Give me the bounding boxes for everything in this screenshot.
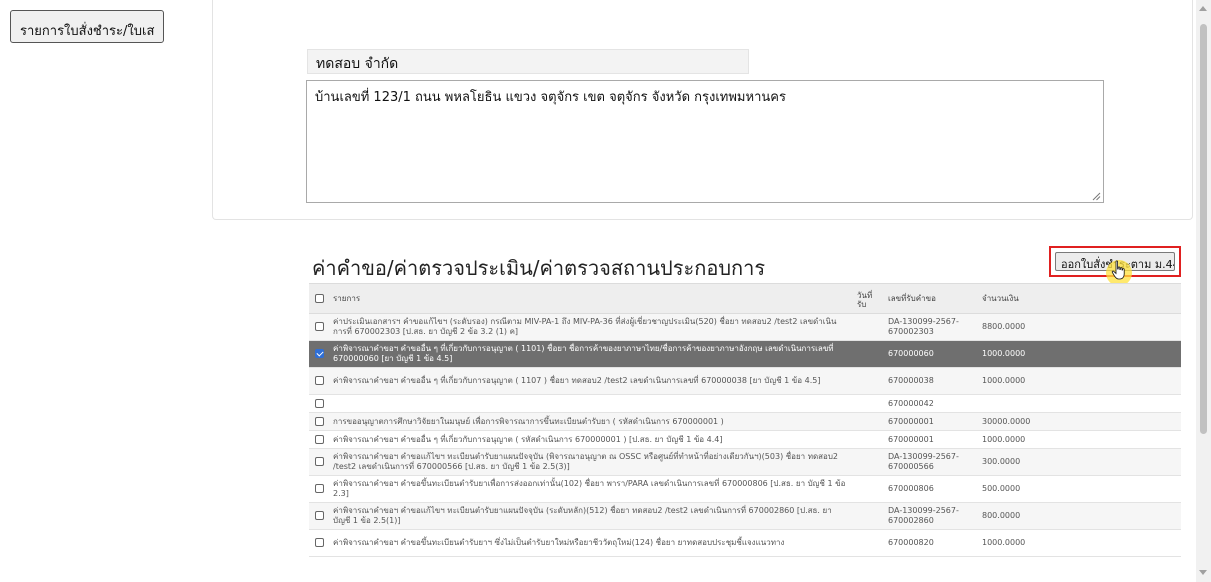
row-date (853, 430, 884, 449)
row-request-no: 670000042 (884, 394, 978, 413)
row-date (853, 313, 884, 341)
row-item: การขออนุญาตการศึกษาวิจัยยาในมนุษย์ เพื่อ… (329, 412, 853, 431)
row-checkbox[interactable] (315, 416, 324, 426)
row-item: ค่าพิจารณาคำขอฯ คำขอขึ้นทะเบียนตำรับยาเพ… (329, 475, 853, 503)
table-row[interactable]: ค่าพิจารณาคำขอฯ คำขอแก้ไขฯ ทะเบียนตำรับย… (309, 502, 1181, 530)
row-request-no: 670000820 (884, 529, 978, 557)
row-item: ค่าประเมินเอกสารฯ คำขอแก้ไขฯ (ระดับรอง) … (329, 313, 853, 341)
row-item: ค่าพิจารณาคำขอฯ คำขออื่น ๆ ที่เกี่ยวกับก… (329, 430, 853, 449)
row-amount: 800.0000 (978, 502, 1181, 530)
row-item: ค่าพิจารณาคำขอฯ คำขอแก้ไขฯ ทะเบียนตำรับย… (329, 448, 853, 476)
section-title: ค่าคำขอ/ค่าตรวจประเมิน/ค่าตรวจสถานประกอบ… (312, 256, 766, 280)
scrollbar-thumb[interactable] (1200, 24, 1207, 434)
row-checkbox[interactable] (315, 376, 324, 385)
row-date (853, 340, 884, 368)
row-amount: 1000.0000 (978, 340, 1181, 368)
row-item: ค่าพิจารณาคำขอฯ คำขออื่น ๆ ที่เกี่ยวกับก… (329, 340, 853, 368)
fees-table-container: รายการ วันที่รับ เลขที่รับคำขอ จำนวนเงิน… (309, 283, 1181, 582)
row-amount: 1000.0000 (978, 367, 1181, 395)
row-request-no: DA-130099-2567-670000566 (884, 448, 978, 476)
table-row[interactable]: ค่าพิจารณาคำขอฯ คำขออื่น ๆ ที่เกี่ยวกับก… (309, 430, 1181, 449)
table-row[interactable]: ค่าพิจารณาคำขอฯ คำขออื่น ๆ ที่เกี่ยวกับก… (309, 340, 1181, 368)
row-item (329, 394, 853, 413)
table-header-row: รายการ วันที่รับ เลขที่รับคำขอ จำนวนเงิน (309, 283, 1181, 314)
row-item: ค่าพิจารณาคำขอฯ คำขอขึ้นทะเบียนตำรับยาฯ … (329, 529, 853, 557)
row-request-no: 670000038 (884, 367, 978, 395)
row-item: ค่าพิจารณาคำขอฯ คำขอแก้ไขฯ ทะเบียนตำรับย… (329, 502, 853, 530)
header-request-no[interactable]: เลขที่รับคำขอ (884, 283, 978, 314)
address-textarea[interactable]: บ้านเลขที่ 123/1 ถนน พหลโยธิน แขวง จตุจั… (306, 80, 1104, 203)
payment-list-button[interactable]: รายการใบสั่งชำระ/ใบเส (10, 10, 164, 43)
table-row[interactable]: 670000042 (309, 394, 1181, 413)
row-date (853, 394, 884, 413)
row-amount: 30000.0000 (978, 412, 1181, 431)
row-item: ค่าพิจารณาคำขอฯ คำขออื่น ๆ ที่เกี่ยวกับก… (329, 367, 853, 395)
row-request-no: 670000001 (884, 430, 978, 449)
row-amount (978, 394, 1181, 413)
company-name-field: ทดสอบ จำกัด (307, 49, 749, 74)
row-checkbox[interactable] (315, 484, 324, 493)
row-request-no: 670000060 (884, 340, 978, 368)
row-date (853, 475, 884, 503)
fees-table: รายการ วันที่รับ เลขที่รับคำขอ จำนวนเงิน… (309, 283, 1181, 557)
row-date (853, 502, 884, 530)
row-amount: 500.0000 (978, 475, 1181, 503)
row-request-no: DA-130099-2567-670002860 (884, 502, 978, 530)
header-item[interactable]: รายการ (329, 283, 853, 314)
hand-cursor-icon (1111, 260, 1125, 280)
row-checkbox[interactable] (315, 434, 324, 444)
row-checkbox[interactable] (315, 538, 324, 547)
table-row[interactable]: ค่าประเมินเอกสารฯ คำขอแก้ไขฯ (ระดับรอง) … (309, 313, 1181, 341)
row-request-no: 670000001 (884, 412, 978, 431)
row-checkbox[interactable] (315, 457, 324, 466)
row-checkbox[interactable] (315, 398, 324, 408)
table-row[interactable]: ค่าพิจารณาคำขอฯ คำขอขึ้นทะเบียนตำรับยาฯ … (309, 529, 1181, 557)
header-date[interactable]: วันที่รับ (853, 283, 884, 314)
row-amount: 1000.0000 (978, 529, 1181, 557)
row-amount: 1000.0000 (978, 430, 1181, 449)
row-checkbox[interactable] (315, 349, 324, 358)
resize-grip-icon[interactable] (1092, 192, 1101, 201)
scroll-down-arrow-icon[interactable] (1199, 570, 1207, 575)
row-date (853, 412, 884, 431)
row-amount: 8800.0000 (978, 313, 1181, 341)
row-date (853, 448, 884, 476)
select-all-checkbox[interactable] (315, 294, 324, 303)
table-row[interactable]: การขออนุญาตการศึกษาวิจัยยาในมนุษย์ เพื่อ… (309, 412, 1181, 431)
row-request-no: DA-130099-2567-670002303 (884, 313, 978, 341)
row-checkbox[interactable] (315, 511, 324, 520)
header-amount[interactable]: จำนวนเงิน (978, 283, 1181, 314)
row-date (853, 367, 884, 395)
row-amount: 300.0000 (978, 448, 1181, 476)
scroll-up-arrow-icon[interactable] (1199, 6, 1207, 11)
page-scrollbar[interactable] (1196, 0, 1211, 582)
table-row[interactable]: ค่าพิจารณาคำขอฯ คำขออื่น ๆ ที่เกี่ยวกับก… (309, 367, 1181, 395)
row-request-no: 670000806 (884, 475, 978, 503)
row-checkbox[interactable] (315, 322, 324, 331)
table-row[interactable]: ค่าพิจารณาคำขอฯ คำขอแก้ไขฯ ทะเบียนตำรับย… (309, 448, 1181, 476)
table-row[interactable]: ค่าพิจารณาคำขอฯ คำขอขึ้นทะเบียนตำรับยาเพ… (309, 475, 1181, 503)
row-date (853, 529, 884, 557)
